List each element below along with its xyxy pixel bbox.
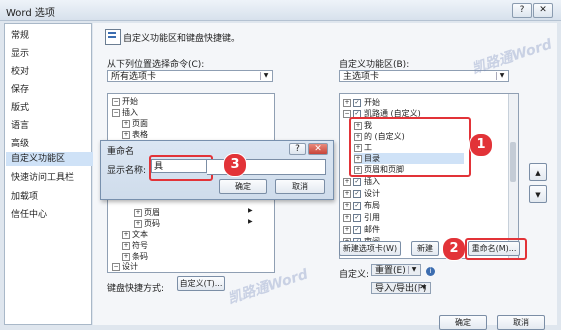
expand-icon: + bbox=[122, 230, 130, 239]
info-icon: i bbox=[426, 267, 435, 276]
window-title: Word 选项 bbox=[6, 8, 55, 19]
custom-label: 自定义: bbox=[339, 270, 370, 280]
sidebar-item-addins[interactable]: 加载项 bbox=[11, 189, 38, 202]
list-item[interactable]: − 开始 bbox=[112, 96, 138, 107]
move-down-button[interactable]: ▼ bbox=[529, 185, 547, 203]
list-scrollbar[interactable] bbox=[508, 94, 518, 258]
expand-icon: + bbox=[122, 241, 130, 250]
chevron-down-icon: ▼ bbox=[260, 72, 271, 80]
customize-ribbon-label: 自定义功能区(B): bbox=[339, 60, 410, 70]
checkbox[interactable]: ✓ bbox=[353, 213, 361, 222]
list-item[interactable]: + ✓ 开始 bbox=[343, 97, 380, 108]
annotation-badge-2: 2 bbox=[442, 237, 466, 261]
checkbox[interactable]: ✓ bbox=[353, 189, 361, 198]
expand-icon: + bbox=[134, 208, 142, 217]
chevron-down-icon: ▼ bbox=[418, 284, 429, 292]
list-item[interactable]: + ✓ 引用 bbox=[343, 212, 380, 223]
sidebar-item-customize-ribbon[interactable]: 自定义功能区 bbox=[6, 152, 95, 166]
list-item[interactable]: + ✓ 邮件 bbox=[343, 224, 380, 235]
dialog-ok-button[interactable]: 确定 bbox=[219, 179, 267, 194]
expand-icon: + bbox=[134, 219, 142, 228]
expand-icon: + bbox=[343, 189, 351, 198]
choose-commands-combo[interactable]: 所有选项卡 ▼ bbox=[107, 70, 273, 82]
cancel-button[interactable]: 取消 bbox=[497, 315, 545, 330]
sidebar-item-trust-center[interactable]: 信任中心 bbox=[11, 207, 47, 220]
options-sidebar: 常规 显示 校对 保存 版式 语言 高级 自定义功能区 快速访问工具栏 加载项 … bbox=[4, 23, 95, 325]
checkbox[interactable]: ✓ bbox=[353, 225, 361, 234]
list-item[interactable]: + 表格 bbox=[122, 129, 148, 140]
collapse-icon: − bbox=[112, 262, 120, 271]
collapse-icon: − bbox=[112, 97, 120, 106]
annotation-badge-1: 1 bbox=[469, 133, 493, 157]
help-button[interactable]: ? bbox=[512, 3, 532, 18]
choose-commands-value: 所有选项卡 bbox=[111, 72, 157, 82]
dialog-close-button[interactable]: ✕ bbox=[308, 143, 328, 155]
expand-icon: + bbox=[343, 225, 351, 234]
dialog-help-button[interactable]: ? bbox=[289, 143, 306, 155]
chevron-right-icon: ▶ bbox=[248, 218, 253, 225]
sidebar-item-proofing[interactable]: 校对 bbox=[11, 64, 29, 77]
ok-button[interactable]: 确定 bbox=[439, 315, 487, 330]
close-button[interactable]: ✕ bbox=[533, 3, 553, 18]
list-item[interactable]: + ✓ 布局 bbox=[343, 200, 380, 211]
customize-shortcuts-button[interactable]: 自定义(T)... bbox=[177, 276, 225, 291]
chevron-down-icon: ▼ bbox=[496, 72, 507, 80]
rename-button[interactable]: 重命名(M)... bbox=[468, 241, 520, 256]
expand-icon: + bbox=[343, 213, 351, 222]
sidebar-item-save[interactable]: 保存 bbox=[11, 82, 29, 95]
choose-commands-label: 从下列位置选择命令(C): bbox=[107, 60, 205, 70]
import-export-combo[interactable]: 导入/导出(P) ▼ bbox=[371, 282, 431, 294]
expand-icon: + bbox=[343, 201, 351, 210]
expand-icon: + bbox=[343, 98, 351, 107]
sidebar-item-language[interactable]: 语言 bbox=[11, 118, 29, 131]
list-item[interactable]: + ✓ 插入 bbox=[343, 176, 380, 187]
chevron-right-icon: ▶ bbox=[248, 207, 253, 214]
scroll-thumb[interactable] bbox=[510, 142, 516, 182]
list-item[interactable]: + 符号 bbox=[122, 240, 148, 251]
new-tab-button[interactable]: 新建选项卡(W) bbox=[339, 241, 401, 256]
shortcut-label: 键盘快捷方式: bbox=[107, 284, 165, 294]
checkbox[interactable]: ✓ bbox=[353, 177, 361, 186]
expand-icon: + bbox=[122, 119, 130, 128]
list-item[interactable]: − 插入 bbox=[112, 107, 138, 118]
display-name-label: 显示名称: bbox=[107, 166, 147, 176]
expand-icon: + bbox=[122, 130, 130, 139]
expand-icon: + bbox=[343, 177, 351, 186]
checkbox[interactable]: ✓ bbox=[353, 201, 361, 210]
annotation-highlight bbox=[349, 117, 471, 177]
annotation-highlight bbox=[149, 155, 213, 181]
sidebar-item-quick-access[interactable]: 快速访问工具栏 bbox=[11, 170, 74, 183]
customize-icon bbox=[105, 29, 121, 45]
list-item[interactable]: + 页眉 bbox=[134, 207, 160, 218]
list-item[interactable]: − 设计 bbox=[112, 261, 138, 272]
new-group-button[interactable]: 新建 bbox=[411, 241, 439, 256]
list-item[interactable]: + ✓ 设计 bbox=[343, 188, 380, 199]
title-bar: Word 选项 ? ✕ bbox=[0, 0, 561, 21]
list-item[interactable]: + 页码 bbox=[134, 218, 160, 229]
checkbox[interactable]: ✓ bbox=[353, 98, 361, 107]
collapse-icon: − bbox=[112, 108, 120, 117]
sidebar-item-advanced[interactable]: 高级 bbox=[11, 136, 29, 149]
rename-dialog: 重命名 ? ✕ 显示名称: 具 3 确定 取消 bbox=[100, 140, 334, 200]
list-item[interactable]: + 文本 bbox=[122, 229, 148, 240]
reset-combo[interactable]: 重置(E) ▼ bbox=[371, 264, 421, 276]
customize-ribbon-value: 主选项卡 bbox=[343, 72, 380, 82]
expand-icon: + bbox=[122, 252, 130, 261]
list-item[interactable]: + 页面 bbox=[122, 118, 148, 129]
dialog-title: 重命名 bbox=[107, 147, 135, 157]
sidebar-item-general[interactable]: 常规 bbox=[11, 28, 29, 41]
sidebar-item-display[interactable]: 显示 bbox=[11, 46, 29, 59]
sidebar-item-layout[interactable]: 版式 bbox=[11, 100, 29, 113]
dialog-cancel-button[interactable]: 取消 bbox=[275, 179, 325, 194]
annotation-badge-3: 3 bbox=[223, 153, 247, 177]
move-up-button[interactable]: ▲ bbox=[529, 163, 547, 181]
reset-combo-value: 重置(E) bbox=[375, 266, 406, 276]
chevron-down-icon: ▼ bbox=[408, 266, 419, 274]
section-header: 自定义功能区和键盘快捷键。 bbox=[123, 34, 241, 44]
